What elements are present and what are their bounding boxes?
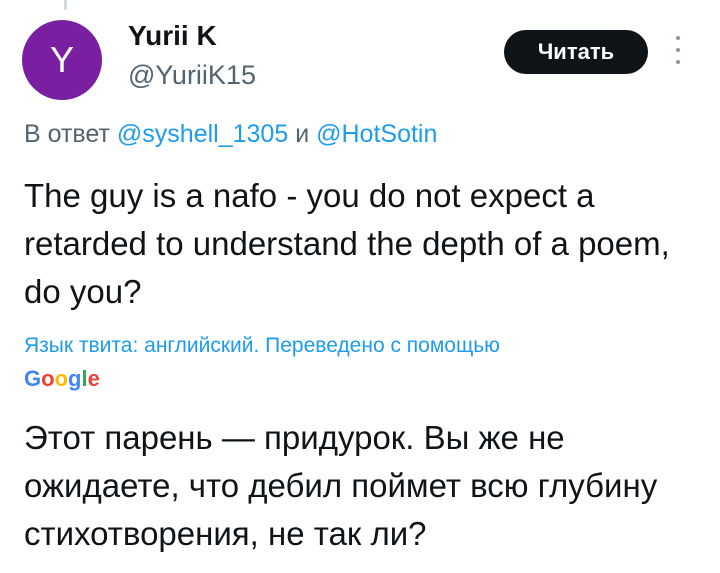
translation-note[interactable]: Язык твита: английский. Переведено с пом… (24, 334, 500, 358)
google-logo-letter: o (41, 366, 55, 391)
tweet-text: The guy is a nafo - you do not expect a … (24, 177, 670, 310)
more-vertical-icon[interactable] (668, 30, 688, 70)
google-logo: Google (24, 366, 100, 392)
reply-conjunction: и (295, 120, 310, 148)
google-logo-letter: e (87, 366, 100, 391)
avatar[interactable]: Y (22, 20, 102, 100)
google-logo-letter: G (24, 366, 42, 391)
read-button[interactable]: Читать (504, 30, 648, 74)
reply-prefix: В ответ (24, 120, 110, 148)
thread-connector-line (64, 0, 67, 10)
more-dot (676, 36, 680, 40)
author-name[interactable]: Yurii K (128, 20, 217, 52)
author-handle[interactable]: @YuriiK15 (128, 60, 256, 91)
mention-link-syshell[interactable]: @syshell_1305 (117, 120, 288, 148)
avatar-letter: Y (49, 39, 74, 80)
translated-tweet-text: Этот парень — придурок. Вы же не ожидает… (24, 419, 658, 552)
google-logo-letter: g (68, 366, 82, 391)
reply-to-line: В ответ @syshell_1305 и @HotSotin (24, 120, 437, 149)
more-dot (676, 60, 680, 64)
google-logo-letter: o (54, 366, 69, 391)
mention-link-hotsotin[interactable]: @HotSotin (316, 120, 437, 148)
more-dot (676, 48, 680, 52)
